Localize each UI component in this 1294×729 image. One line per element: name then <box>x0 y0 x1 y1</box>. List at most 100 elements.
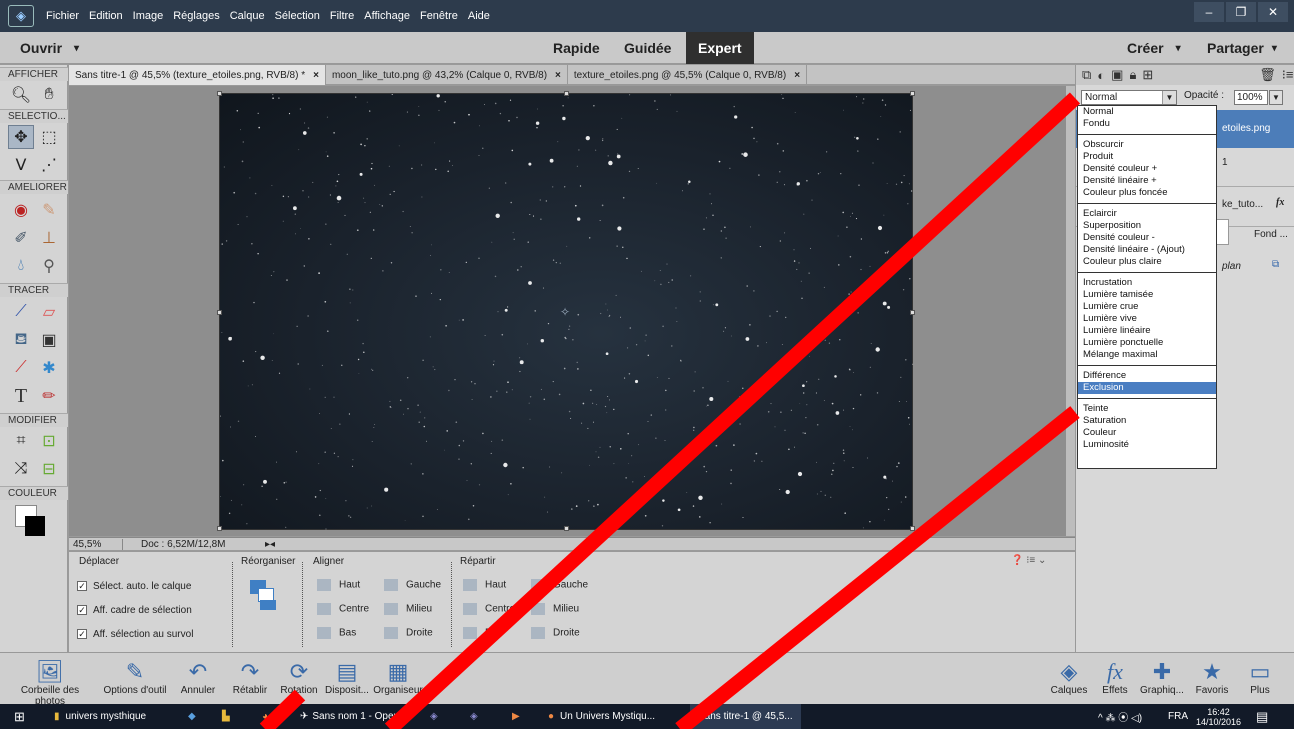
blend-mode-option[interactable]: Eclaircir <box>1078 208 1216 220</box>
custom-shape-icon[interactable]: ✱ <box>36 356 62 380</box>
close-icon[interactable]: × <box>555 70 561 81</box>
opacity-input[interactable]: 100% <box>1234 90 1268 105</box>
panel-menu-icon[interactable]: ⁝≡ <box>1282 67 1294 83</box>
taskbar-item-firefox[interactable]: ● Un Univers Mystiqu... <box>548 704 655 729</box>
blend-mode-option[interactable]: Luminosité <box>1078 439 1216 451</box>
eraser-icon[interactable]: ▱ <box>36 300 62 324</box>
eyedropper-icon[interactable]: ⟋ <box>8 356 34 380</box>
move-tool-icon[interactable]: ✥ <box>8 125 34 149</box>
transform-handle[interactable] <box>910 91 915 96</box>
create-button[interactable]: Créer ▾ <box>1127 32 1181 64</box>
blend-mode-option[interactable]: Normal <box>1078 106 1216 118</box>
favorites-button[interactable]: ★ Favoris <box>1192 659 1232 696</box>
hand-icon[interactable]: ✋︎ <box>36 83 62 107</box>
blend-mode-option[interactable]: Lumière linéaire <box>1078 325 1216 337</box>
redo-button[interactable]: ↷ Rétablir <box>228 659 272 696</box>
tray-clock[interactable]: 16:42 14/10/2016 <box>1196 704 1241 729</box>
taskbar-item-pse[interactable]: Sans titre-1 @ 45,5... <box>690 704 801 729</box>
tray-icons[interactable]: ^ ⁂ ⦿ ◁) <box>1098 704 1142 729</box>
checkbox-icon[interactable]: ✓ <box>77 581 87 592</box>
checkbox-icon[interactable]: ✓ <box>77 629 87 640</box>
menu-affichage[interactable]: Affichage <box>364 10 410 22</box>
help-menu-icon[interactable]: ❓ ⁝≡ ⌄ <box>1011 555 1046 566</box>
blend-mode-option[interactable]: Teinte <box>1078 403 1216 415</box>
brush-icon[interactable]: ⟋ <box>8 300 34 324</box>
adjustment-layer-icon[interactable]: ◐ <box>1097 68 1105 83</box>
blend-mode-option[interactable]: Couleur plus claire <box>1078 256 1216 268</box>
align-center-button[interactable]: Centre <box>317 603 369 615</box>
distribute-bottom-button[interactable]: Bas <box>463 627 502 639</box>
media-icon[interactable]: ▶ <box>512 704 520 729</box>
open-button[interactable]: Ouvrir ▾ <box>20 32 79 64</box>
mode-guidee[interactable]: Guidée <box>624 32 671 64</box>
marquee-icon[interactable]: ⬚ <box>36 125 62 149</box>
checkbox-auto-select[interactable]: ✓ Sélect. auto. le calque <box>77 581 191 592</box>
sponge-icon[interactable]: ⚲ <box>36 254 62 278</box>
blend-mode-option[interactable]: Lumière tamisée <box>1078 289 1216 301</box>
spot-healing-icon[interactable]: ✎ <box>36 198 62 222</box>
blend-mode-option[interactable]: Densité linéaire - (Ajout) <box>1078 244 1216 256</box>
blend-mode-option[interactable]: Densité linéaire + <box>1078 175 1216 187</box>
notification-icon[interactable]: ▤ <box>1256 704 1268 729</box>
effects-button[interactable]: fx Effets <box>1095 659 1135 696</box>
tab-moon-like-tuto[interactable]: moon_like_tuto.png @ 43,2% (Calque 0, RV… <box>326 65 568 85</box>
lock-all-icon[interactable]: ⊞ <box>1142 67 1153 83</box>
organizer-button[interactable]: ▦ Organiseur <box>371 659 425 696</box>
blend-mode-option[interactable]: Saturation <box>1078 415 1216 427</box>
smart-brush-icon[interactable]: ✐ <box>8 226 34 250</box>
explorer-icon[interactable]: ▙ <box>222 704 230 729</box>
menu-filtre[interactable]: Filtre <box>330 10 354 22</box>
transform-center-icon[interactable]: ✧ <box>560 305 570 319</box>
zoom-icon[interactable]: 🔍︎ <box>8 83 34 107</box>
share-button[interactable]: Partager ▾ <box>1207 32 1277 64</box>
distribute-middle-button[interactable]: Milieu <box>531 603 579 615</box>
transform-handle[interactable] <box>564 91 569 96</box>
new-layer-icon[interactable]: ⧉ <box>1082 67 1091 83</box>
blend-mode-option[interactable]: Produit <box>1078 151 1216 163</box>
tab-sans-titre[interactable]: Sans titre-1 @ 45,5% (texture_etoiles.pn… <box>69 65 326 85</box>
blend-mode-option[interactable]: Couleur plus foncée <box>1078 187 1216 199</box>
blend-mode-select[interactable]: Normal ▼ <box>1081 90 1177 105</box>
checkbox-highlight-rollover[interactable]: ✓ Aff. sélection au survol <box>77 629 193 640</box>
image-canvas[interactable]: ✧ <box>217 91 915 531</box>
close-icon[interactable]: × <box>313 70 319 81</box>
restore-icon[interactable]: ❐ <box>1226 2 1256 22</box>
pencil-icon[interactable]: ✏︎ <box>36 384 62 408</box>
transform-handle[interactable] <box>910 310 915 315</box>
gradient-icon[interactable]: ▣ <box>36 328 62 352</box>
menu-calque[interactable]: Calque <box>230 10 265 22</box>
distribute-left-button[interactable]: Gauche <box>531 579 588 591</box>
tray-language[interactable]: FRA <box>1168 704 1188 729</box>
distribute-top-button[interactable]: Haut <box>463 579 506 591</box>
pse-organizer-icon[interactable]: ◈ <box>470 704 478 729</box>
tab-texture-etoiles[interactable]: texture_etoiles.png @ 45,5% (Calque 0, R… <box>568 65 808 85</box>
blend-mode-dropdown[interactable]: Normal Fondu Obscurcir Produit Densité coule… <box>1077 105 1217 469</box>
blend-mode-option[interactable]: Couleur <box>1078 427 1216 439</box>
transform-handle[interactable] <box>217 91 222 96</box>
link-icon[interactable]: ⧉ <box>1272 259 1279 270</box>
vertical-scrollbar[interactable] <box>1066 86 1075 536</box>
straighten-icon[interactable]: ⊟ <box>36 457 62 481</box>
chrome-icon[interactable]: ◕ <box>262 704 268 729</box>
lasso-icon[interactable]: ᐯ <box>8 153 34 177</box>
transform-handle[interactable] <box>217 526 222 531</box>
blend-mode-option[interactable]: Mélange maximal <box>1078 349 1216 361</box>
blend-mode-option[interactable]: Superposition <box>1078 220 1216 232</box>
align-right-button[interactable]: Droite <box>384 627 433 639</box>
foreground-color-swatch[interactable] <box>25 516 45 536</box>
undo-button[interactable]: ↶ Annuler <box>176 659 220 696</box>
blend-mode-option[interactable]: Lumière ponctuelle <box>1078 337 1216 349</box>
paint-bucket-icon[interactable]: ⛾ <box>8 328 34 352</box>
content-aware-move-icon[interactable]: ⤨ <box>8 457 34 481</box>
arrange-button[interactable] <box>250 580 278 610</box>
menu-edition[interactable]: Edition <box>89 10 123 22</box>
mode-rapide[interactable]: Rapide <box>553 32 600 64</box>
align-middle-button[interactable]: Milieu <box>384 603 432 615</box>
tool-options-button[interactable]: ✎ Options d'outil <box>93 659 177 696</box>
blend-mode-option[interactable]: Incrustation <box>1078 277 1216 289</box>
clone-stamp-icon[interactable]: ⊥ <box>36 226 62 250</box>
status-menu-icon[interactable]: ▸◂ <box>261 539 275 550</box>
fx-icon[interactable]: fx <box>1276 197 1284 208</box>
checkbox-bounding-box[interactable]: ✓ Aff. cadre de sélection <box>77 605 192 616</box>
close-icon[interactable]: × <box>794 70 800 81</box>
